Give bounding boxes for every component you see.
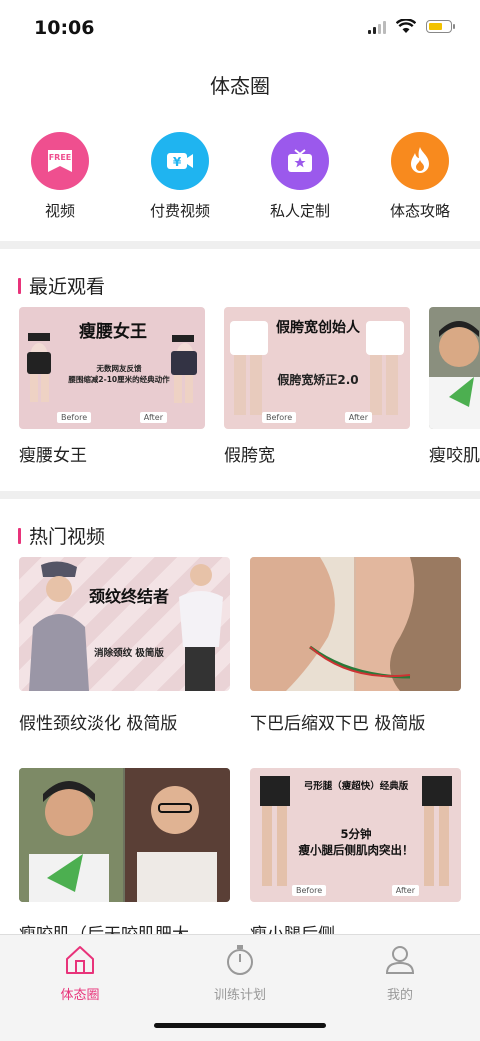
svg-text:FREE: FREE	[49, 153, 72, 162]
status-time: 10:06	[34, 17, 95, 39]
stopwatch-icon	[227, 945, 253, 975]
recent-list[interactable]: 瘦腰女王 无数网友反馈 腰围缩减2-10厘米的经典动作 Before After…	[19, 307, 480, 467]
thumbnail-subtitle: 5分钟 瘦小腿后侧肌肉突出！	[298, 827, 414, 857]
battery-icon	[426, 20, 455, 33]
hot-video-item[interactable]: 下巴后缩双下巴 极简版	[250, 557, 461, 768]
recent-item[interactable]: 瘦腰女王 无数网友反馈 腰围缩减2-10厘米的经典动作 Before After…	[19, 307, 205, 467]
custom-tv-icon	[271, 132, 329, 190]
thumbnail-subtitle: 无数网友反馈 腰围缩减2-10厘米的经典动作	[68, 364, 170, 384]
section-divider	[0, 241, 480, 249]
thumbnail-subtitle: 消除颈纹 极简版	[94, 648, 164, 659]
cellular-signal-icon	[368, 20, 386, 34]
quick-link-label: 付费视频	[149, 202, 210, 220]
thumbnail-title: 假胯宽创始人	[276, 320, 360, 336]
hot-video-label: 假性颈纹淡化 极简版	[19, 714, 178, 734]
section-divider	[0, 491, 480, 499]
thumbnail-title: 颈纹终结者	[88, 587, 169, 606]
free-video-icon: FREE	[31, 132, 89, 190]
video-thumbnail	[250, 557, 461, 691]
hot-video-label: 下巴后缩双下巴 极简版	[250, 714, 426, 734]
hot-video-item[interactable]: 颈纹终结者 消除颈纹 极简版 假性颈纹淡化 极简版	[19, 557, 230, 768]
after-tag: After	[139, 412, 167, 423]
quick-link-label: 私人定制	[269, 202, 330, 220]
hot-video-grid: 颈纹终结者 消除颈纹 极简版 假性颈纹淡化 极简版 下巴后缩双下巴 极简版 弓形…	[19, 557, 461, 979]
page-title: 体态圈	[210, 74, 270, 98]
home-icon	[66, 946, 94, 974]
home-indicator	[154, 1023, 326, 1028]
quick-link-label: 视频	[44, 202, 75, 220]
quick-link-custom[interactable]: 私人定制	[240, 132, 360, 221]
tab-training-plan[interactable]: 训练计划	[180, 943, 300, 1003]
after-tag: After	[391, 885, 419, 896]
recent-item-label: 假胯宽	[224, 446, 275, 466]
hot-section-title: 热门视频	[18, 522, 105, 549]
quick-link-label: 体态攻略	[389, 202, 450, 220]
recent-item[interactable]: 瘦咬肌	[429, 307, 480, 467]
recent-section-title: 最近观看	[18, 272, 105, 299]
video-thumbnail: 颈纹终结者 消除颈纹 极简版	[19, 557, 230, 691]
quick-link-paid-video[interactable]: ¥ 付费视频	[120, 132, 240, 221]
wifi-icon	[396, 19, 416, 33]
video-thumbnail: 假胯宽创始人 假胯宽矫正2.0 Before After	[224, 307, 410, 429]
tab-label: 我的	[386, 988, 413, 1003]
accent-bar	[18, 277, 21, 294]
tab-label: 训练计划	[213, 988, 266, 1003]
flame-icon	[391, 132, 449, 190]
profile-icon	[385, 946, 415, 974]
thumbnail-title: 弓形腿（瘦超快）经典版	[303, 781, 409, 792]
tab-mine[interactable]: 我的	[340, 943, 460, 1003]
after-tag: After	[344, 412, 372, 423]
recent-item-label: 瘦咬肌	[429, 446, 480, 466]
tab-label: 体态圈	[60, 988, 100, 1003]
recent-item-label: 瘦腰女王	[19, 446, 87, 466]
status-bar: 10:06	[0, 0, 480, 56]
video-thumbnail	[429, 307, 480, 429]
svg-text:¥: ¥	[173, 155, 182, 169]
tab-posture-circle[interactable]: 体态圈	[20, 943, 140, 1003]
accent-bar	[18, 527, 21, 544]
paid-video-icon: ¥	[151, 132, 209, 190]
thumbnail-subtitle: 假胯宽矫正2.0	[277, 373, 359, 387]
recent-item[interactable]: 假胯宽创始人 假胯宽矫正2.0 Before After 假胯宽	[224, 307, 410, 467]
video-thumbnail: 弓形腿（瘦超快）经典版 5分钟 瘦小腿后侧肌肉突出！ Before After	[250, 768, 461, 902]
before-tag: Before	[262, 412, 297, 423]
before-tag: Before	[57, 412, 92, 423]
quick-link-posture-guide[interactable]: 体态攻略	[360, 132, 480, 221]
quick-link-video[interactable]: FREE 视频	[0, 132, 120, 221]
video-thumbnail: 瘦腰女王 无数网友反馈 腰围缩减2-10厘米的经典动作 Before After	[19, 307, 205, 429]
quick-links: FREE 视频 ¥ 付费视频 私人定制 体态攻略	[0, 132, 480, 221]
video-thumbnail	[19, 768, 230, 902]
before-tag: Before	[292, 885, 327, 896]
thumbnail-title: 瘦腰女王	[79, 322, 147, 342]
